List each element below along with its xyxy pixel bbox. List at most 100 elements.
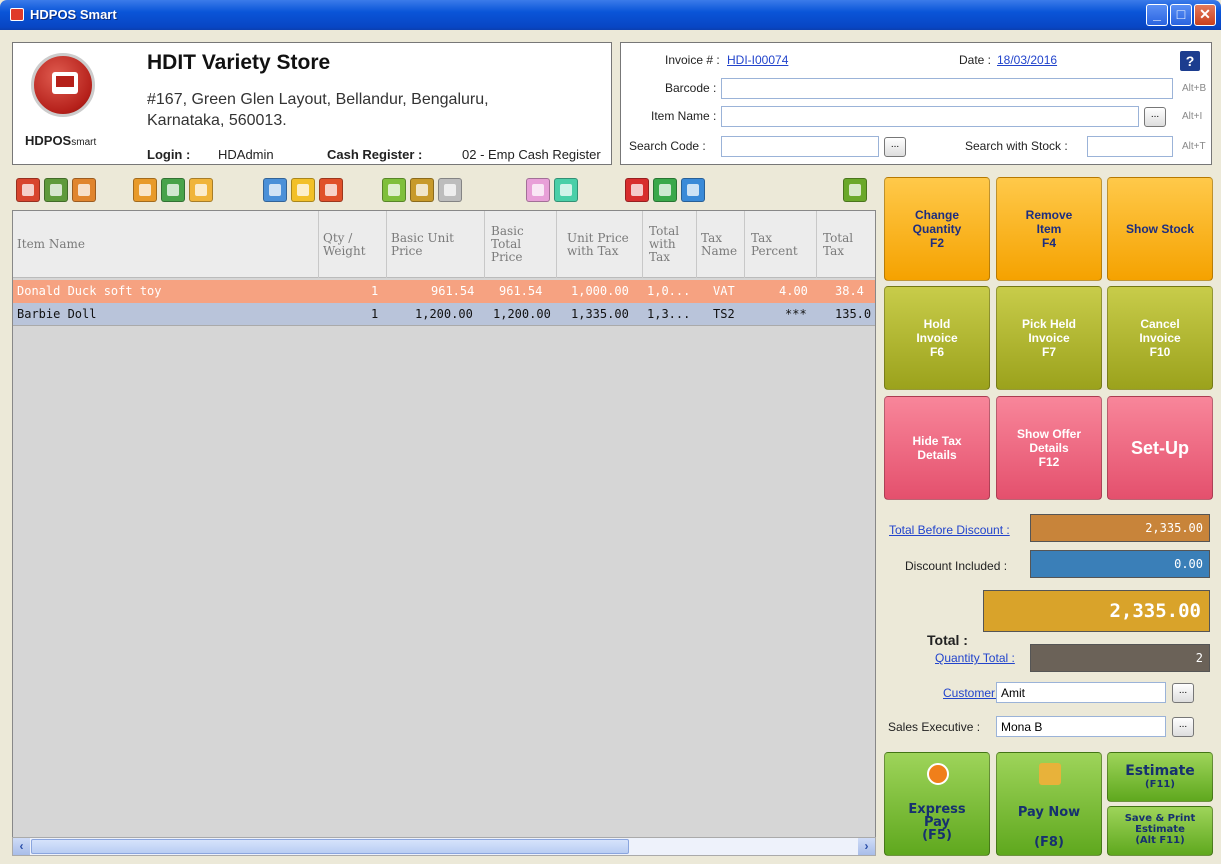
- toolbar-transfer-icon[interactable]: [263, 178, 287, 202]
- toolbar-note-icon[interactable]: [291, 178, 315, 202]
- item-name-label: Item Name :: [651, 109, 717, 123]
- sales-executive-browse-button[interactable]: ...: [1172, 717, 1194, 737]
- col-unit-price-tax[interactable]: Unit Price with Tax: [557, 211, 643, 278]
- cell-item: Donald Duck soft toy: [17, 284, 162, 298]
- help-icon[interactable]: ?: [1180, 51, 1200, 71]
- item-name-input[interactable]: [721, 106, 1139, 127]
- scroll-right-icon[interactable]: ›: [858, 838, 875, 855]
- close-button[interactable]: ✕: [1194, 4, 1216, 26]
- search-code-input[interactable]: [721, 136, 879, 157]
- cell-tax-name: TS2: [713, 307, 735, 321]
- toolbar-calculator-icon[interactable]: [625, 178, 649, 202]
- cell-tax-pct: 4.00: [779, 284, 808, 298]
- toolbar-discount-icon[interactable]: [526, 178, 550, 202]
- cell-qty: 1: [371, 284, 379, 298]
- invoice-label: Invoice # :: [665, 53, 720, 67]
- search-code-browse-button[interactable]: ...: [884, 137, 906, 157]
- cell-total-tax: 1,0...: [647, 284, 691, 298]
- store-name: HDIT Variety Store: [147, 51, 331, 74]
- grid-header: Item Name Qty / Weight Basic Unit Price …: [13, 211, 875, 278]
- runner-icon: [927, 763, 949, 785]
- item-name-browse-button[interactable]: ...: [1144, 107, 1166, 127]
- sales-executive-label: Sales Executive :: [888, 720, 981, 734]
- invoice-number-link[interactable]: HDI-I00074: [727, 53, 788, 67]
- table-row[interactable]: Barbie Doll 1 1,200.00 1,200.00 1,335.00…: [13, 303, 875, 326]
- title-bar: HDPOS Smart _ □ ✕: [0, 0, 1221, 30]
- total-value: 2,335.00: [983, 590, 1210, 632]
- toolbar-return-icon[interactable]: [319, 178, 343, 202]
- date-link[interactable]: 18/03/2016: [997, 53, 1057, 67]
- remove-item-button[interactable]: Remove Item F4: [996, 177, 1102, 281]
- discount-value: 0.00: [1030, 550, 1210, 578]
- discount-included-label: Discount Included :: [905, 559, 1008, 573]
- cell-total-tax-amt: 135.0: [835, 307, 872, 321]
- table-row[interactable]: Donald Duck soft toy 1 961.54 961.54 1,0…: [13, 280, 875, 303]
- customer-browse-button[interactable]: ...: [1172, 683, 1194, 703]
- toolbar-sheet-icon[interactable]: [653, 178, 677, 202]
- cell-unit-tax: 1,335.00: [571, 307, 629, 321]
- col-qty[interactable]: Qty / Weight: [319, 211, 387, 278]
- horizontal-scrollbar[interactable]: ‹ ›: [12, 837, 876, 856]
- setup-button[interactable]: Set-Up: [1107, 396, 1213, 500]
- hold-invoice-button[interactable]: Hold Invoice F6: [884, 286, 990, 390]
- customer-link[interactable]: Customer :: [943, 686, 1002, 700]
- toolbar-user-icon[interactable]: [681, 178, 705, 202]
- item-name-shortcut: Alt+I: [1182, 111, 1203, 122]
- coins-icon: [1039, 763, 1061, 785]
- invoice-panel: Invoice # : HDI-I00074 Date : 18/03/2016…: [620, 42, 1212, 165]
- cell-qty: 1: [371, 307, 379, 321]
- col-total-tax[interactable]: Total Tax: [817, 211, 875, 278]
- window-title: HDPOS Smart: [30, 7, 117, 22]
- minimize-button[interactable]: _: [1146, 4, 1168, 26]
- toolbar-delete-icon[interactable]: [438, 178, 462, 202]
- total-before-discount-link[interactable]: Total Before Discount :: [889, 523, 1010, 537]
- toolbar-coin-icon[interactable]: [410, 178, 434, 202]
- pick-held-invoice-button[interactable]: Pick Held Invoice F7: [996, 286, 1102, 390]
- toolbar-percent-icon[interactable]: [554, 178, 578, 202]
- maximize-button[interactable]: □: [1170, 4, 1192, 26]
- toolbar-list-icon[interactable]: [382, 178, 406, 202]
- cart-logo-icon: [31, 53, 95, 117]
- hide-tax-details-button[interactable]: Hide Tax Details: [884, 396, 990, 500]
- barcode-shortcut: Alt+B: [1182, 83, 1207, 94]
- show-offer-details-button[interactable]: Show Offer Details F12: [996, 396, 1102, 500]
- barcode-input[interactable]: [721, 78, 1173, 99]
- pay-now-button[interactable]: Pay Now (F8): [996, 752, 1102, 856]
- col-tax-percent[interactable]: Tax Percent: [745, 211, 817, 278]
- cell-tax-name: VAT: [713, 284, 735, 298]
- change-quantity-button[interactable]: Change Quantity F2: [884, 177, 990, 281]
- save-print-estimate-button[interactable]: Save & Print Estimate (Alt F11): [1107, 806, 1213, 856]
- express-pay-button[interactable]: Express Pay (F5): [884, 752, 990, 856]
- col-basic-unit-price[interactable]: Basic Unit Price: [387, 211, 485, 278]
- items-grid[interactable]: Item Name Qty / Weight Basic Unit Price …: [12, 210, 876, 856]
- scroll-left-icon[interactable]: ‹: [13, 838, 30, 855]
- col-total-with-tax[interactable]: Total with Tax: [643, 211, 697, 278]
- toolbar-edit-icon[interactable]: [133, 178, 157, 202]
- scroll-thumb[interactable]: [31, 839, 629, 854]
- store-address-line1: #167, Green Glen Layout, Bellandur, Beng…: [147, 91, 489, 108]
- toolbar-cart-icon[interactable]: [161, 178, 185, 202]
- customer-field[interactable]: Amit: [996, 682, 1166, 703]
- search-stock-input[interactable]: [1087, 136, 1173, 157]
- cash-register-value: 02 - Emp Cash Register: [462, 147, 601, 162]
- sales-executive-field[interactable]: Mona B: [996, 716, 1166, 737]
- total-before-discount-value: 2,335.00: [1030, 514, 1210, 542]
- show-stock-button[interactable]: Show Stock: [1107, 177, 1213, 281]
- date-label: Date :: [959, 53, 992, 67]
- toolbar-settings-icon[interactable]: [843, 178, 867, 202]
- toolbar-import-icon[interactable]: [189, 178, 213, 202]
- cell-basic-total: 1,200.00: [493, 307, 551, 321]
- estimate-button[interactable]: Estimate (F11): [1107, 752, 1213, 802]
- cancel-invoice-button[interactable]: Cancel Invoice F10: [1107, 286, 1213, 390]
- quantity-total-link[interactable]: Quantity Total :: [935, 651, 1015, 665]
- toolbar-open-icon[interactable]: [44, 178, 68, 202]
- app-icon: [10, 8, 24, 21]
- toolbar-new-icon[interactable]: [16, 178, 40, 202]
- col-item-name[interactable]: Item Name: [13, 211, 319, 278]
- col-basic-total-price[interactable]: Basic Total Price: [485, 211, 557, 278]
- search-stock-label: Search with Stock :: [965, 139, 1068, 153]
- store-address-line2: Karnataka, 560013.: [147, 112, 287, 129]
- cell-item: Barbie Doll: [17, 307, 97, 321]
- toolbar-save-icon[interactable]: [72, 178, 96, 202]
- col-tax-name[interactable]: Tax Name: [697, 211, 745, 278]
